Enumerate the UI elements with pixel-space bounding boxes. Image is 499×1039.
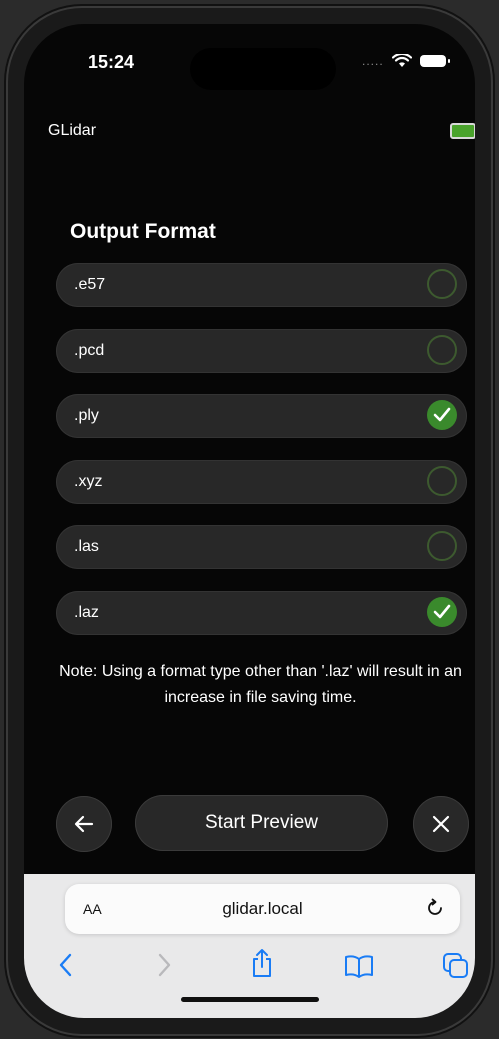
format-note: Note: Using a format type other than '.l… — [59, 663, 462, 706]
status-indicators: ..... — [362, 54, 450, 68]
reload-icon[interactable] — [424, 897, 446, 919]
browser-back-icon[interactable] — [58, 952, 74, 978]
output-format-title: Output Format — [70, 220, 216, 243]
format-option-label: .e57 — [74, 276, 106, 293]
back-button[interactable] — [56, 796, 112, 852]
format-option[interactable]: .pcd — [56, 328, 467, 373]
format-option-label: .las — [74, 538, 99, 555]
format-option-label: .laz — [74, 603, 99, 621]
format-option[interactable]: .laz — [56, 590, 467, 635]
url-text: glidar.local — [222, 899, 303, 918]
bookmarks-icon[interactable] — [344, 954, 374, 978]
unchecked-radio[interactable] — [427, 334, 457, 365]
format-option-label: .pcd — [74, 341, 105, 359]
share-icon[interactable] — [250, 948, 274, 978]
start-preview-button[interactable]: Start Preview — [135, 795, 388, 851]
unchecked-radio[interactable] — [427, 269, 457, 299]
screen: 15:24 ..... GLidar Output Format .e57 .pc… — [24, 24, 475, 1018]
checked-radio[interactable] — [427, 596, 457, 627]
close-button[interactable] — [413, 796, 469, 852]
phone-frame: 15:24 ..... GLidar Output Format .e57 .pc… — [6, 6, 493, 1036]
close-icon — [432, 815, 450, 833]
browser-forward-icon[interactable] — [156, 952, 172, 978]
app-title: GLidar — [48, 122, 97, 139]
battery-status-icon — [419, 55, 450, 67]
format-option[interactable]: .las — [56, 525, 467, 569]
checkmark-icon — [433, 407, 451, 422]
format-option-label: .xyz — [74, 472, 103, 490]
address-bar[interactable]: AA glidar.local — [65, 884, 460, 934]
format-option[interactable]: .e57 — [56, 263, 467, 307]
format-option[interactable]: .xyz — [56, 459, 467, 504]
home-indicator — [181, 997, 319, 1002]
format-option-label: .ply — [74, 407, 99, 424]
checkmark-icon — [433, 604, 451, 618]
dynamic-island — [190, 48, 336, 90]
wifi-icon — [391, 54, 412, 67]
tabs-icon[interactable] — [442, 952, 470, 980]
unchecked-radio[interactable] — [427, 531, 457, 561]
format-option[interactable]: .ply — [56, 394, 467, 438]
device-battery-icon — [450, 123, 475, 139]
status-time: 15:24 — [88, 52, 135, 72]
checked-radio[interactable] — [427, 400, 457, 430]
arrow-left-icon — [74, 815, 94, 833]
unchecked-radio[interactable] — [427, 465, 457, 496]
signal-dots: ..... — [362, 54, 384, 68]
